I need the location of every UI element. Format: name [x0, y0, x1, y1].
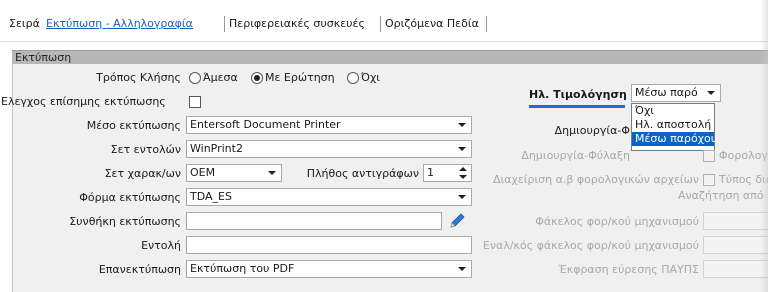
- command-input[interactable]: [186, 236, 472, 254]
- chevron-down-icon: [458, 147, 466, 151]
- print-form-label: Φόρμα εκτύπωσης: [79, 191, 181, 204]
- reprint-value: Εκτύπωση του PDF: [190, 262, 295, 275]
- manage-files-checkbox[interactable]: [703, 174, 715, 186]
- print-condition-input[interactable]: [186, 212, 442, 230]
- call-mode-label: Τρόπος Κλήσης: [96, 71, 181, 84]
- einvoice-title: Ηλ. Τιμολόγηση: [529, 88, 627, 101]
- einvoice-option-send[interactable]: Ηλ. αποστολή: [632, 118, 714, 132]
- alt-tax-folder-label: Εναλ/κός φάκελος φορ/κού μηχανισμού: [482, 239, 699, 252]
- einvoice-create-label: Δημιουργία-Φ: [554, 124, 630, 137]
- tax-folder-label: Φάκελος φορ/κού μηχανισμού: [535, 215, 699, 228]
- call-mode-option-direct[interactable]: Άμεσα: [203, 71, 238, 84]
- command-label: Εντολή: [141, 239, 181, 252]
- section-title: Εκτύπωση: [15, 51, 72, 64]
- expression-label: Έκφραση εύρεσης ΠΑΥΠΣ: [558, 263, 700, 276]
- print-form-value: TDA_ES: [190, 190, 232, 203]
- call-mode-radio-direct[interactable]: [189, 72, 201, 84]
- print-settings-panel: Τρόπος Κλήσης Άμεσα Με Ερώτηση Όχι Ελεγχ…: [1, 64, 768, 292]
- einvoice-dropdown[interactable]: Μέσω παρό: [631, 84, 721, 102]
- stepper-up-icon[interactable]: [459, 167, 467, 171]
- reprint-dropdown[interactable]: Εκτύπωση του PDF: [186, 260, 472, 278]
- tab-seira[interactable]: Σειρά: [9, 17, 40, 30]
- create-keep-label: Δημιουργία-Φύλαξη: [521, 149, 630, 162]
- copies-stepper[interactable]: 1: [423, 164, 472, 182]
- print-medium-label: Μέσο εκτύπωσης: [86, 119, 181, 132]
- einvoice-dropdown-list: Όχι Ηλ. αποστολή Μέσω παρόχου: [631, 103, 717, 151]
- chevron-down-icon: [268, 171, 276, 175]
- print-medium-dropdown[interactable]: Entersoft Document Printer: [186, 116, 472, 134]
- char-set-dropdown[interactable]: OEM: [186, 164, 282, 182]
- copies-label: Πλήθος αντιγράφων: [306, 167, 419, 180]
- copies-value: 1: [427, 166, 434, 179]
- manage-files-label: Διαχείριση α.β φορολογικών αρχείων: [492, 173, 699, 186]
- alt-tax-folder-input[interactable]: [703, 236, 768, 254]
- tab-separator: [224, 16, 225, 32]
- expression-input[interactable]: [703, 260, 768, 278]
- einvoice-option-no[interactable]: Όχι: [632, 104, 714, 118]
- char-set-label: Σετ χαρακ/ων: [104, 167, 181, 180]
- window-edge-shadow: [760, 0, 768, 292]
- tax-folder-input[interactable]: [703, 212, 768, 230]
- chevron-down-icon: [458, 267, 466, 271]
- create-keep-checkbox[interactable]: [703, 150, 715, 162]
- search-from-label: Αναζήτηση από: [678, 189, 764, 202]
- print-condition-label: Συνθήκη εκτύπωσης: [69, 215, 181, 228]
- einvoice-selected-value: Μέσω παρό: [635, 86, 698, 99]
- chevron-down-icon: [458, 123, 466, 127]
- call-mode-radio-no[interactable]: [347, 72, 359, 84]
- call-mode-radio-ask[interactable]: [251, 72, 263, 84]
- call-mode-option-ask[interactable]: Με Ερώτηση: [265, 71, 335, 84]
- print-medium-value: Entersoft Document Printer: [190, 118, 341, 131]
- call-mode-option-no[interactable]: Όχι: [361, 71, 380, 84]
- tab-separator: [486, 16, 487, 32]
- official-print-check-label: Ελεγχος επίσημης εκτύπωσης: [1, 95, 166, 108]
- print-form-dropdown[interactable]: TDA_ES: [186, 188, 472, 206]
- stepper-down-icon[interactable]: [459, 175, 467, 179]
- tab-defined-fields[interactable]: Οριζόμενα Πεδία: [385, 17, 479, 30]
- command-set-dropdown[interactable]: WinPrint2: [186, 140, 472, 158]
- char-set-value: OEM: [190, 166, 216, 179]
- tab-bar: Σειρά Εκτύπωση - Αλληλογραφία Περιφερεια…: [0, 8, 768, 42]
- tab-separator: [380, 16, 381, 32]
- einvoice-title-underline: [529, 105, 625, 108]
- official-print-checkbox[interactable]: [189, 96, 201, 108]
- tab-print-correspondence[interactable]: Εκτύπωση - Αλληλογραφία: [46, 17, 193, 30]
- command-set-label: Σετ εντολών: [110, 143, 181, 156]
- einvoice-option-provider[interactable]: Μέσω παρόχου: [632, 132, 717, 146]
- stepper-arrows-icon[interactable]: [455, 165, 471, 181]
- reprint-label: Επανεκτύπωση: [98, 263, 181, 276]
- pencil-icon[interactable]: [447, 212, 467, 230]
- command-set-value: WinPrint2: [190, 142, 243, 155]
- tab-peripherals[interactable]: Περιφερειακές συσκευές: [229, 17, 365, 30]
- chevron-down-icon: [458, 195, 466, 199]
- chevron-down-icon: [707, 91, 715, 95]
- section-header: Εκτύπωση: [12, 50, 768, 64]
